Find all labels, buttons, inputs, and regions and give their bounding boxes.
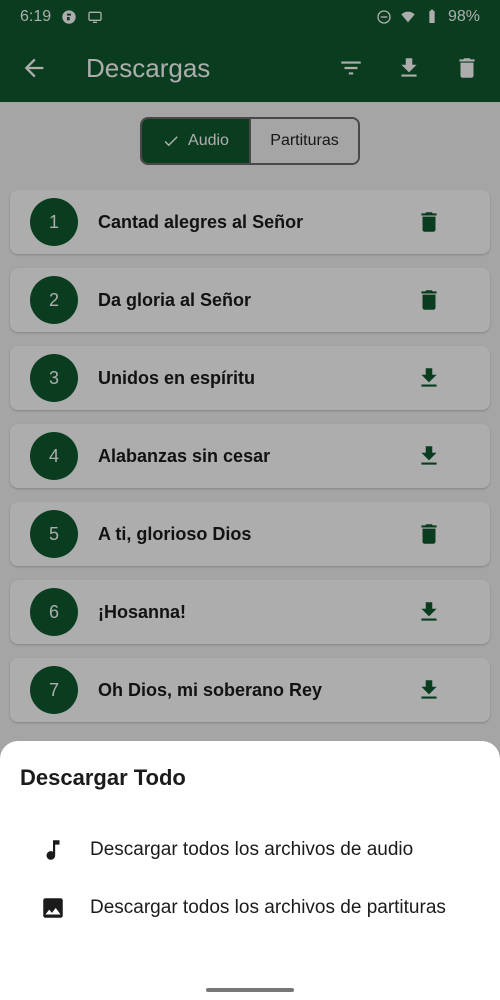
music-note-icon	[46, 840, 60, 860]
gesture-handle[interactable]	[206, 988, 294, 992]
bottom-sheet: Descargar Todo Descargar todos los archi…	[0, 741, 500, 1000]
image-icon	[43, 898, 63, 918]
download-all-scores-option[interactable]: Descargar todos los archivos de partitur…	[0, 893, 500, 923]
sheet-title: Descargar Todo	[20, 765, 186, 790]
download-all-audio-option[interactable]: Descargar todos los archivos de audio	[0, 835, 500, 865]
option-label: Descargar todos los archivos de partitur…	[90, 897, 446, 918]
option-label: Descargar todos los archivos de audio	[90, 839, 414, 860]
